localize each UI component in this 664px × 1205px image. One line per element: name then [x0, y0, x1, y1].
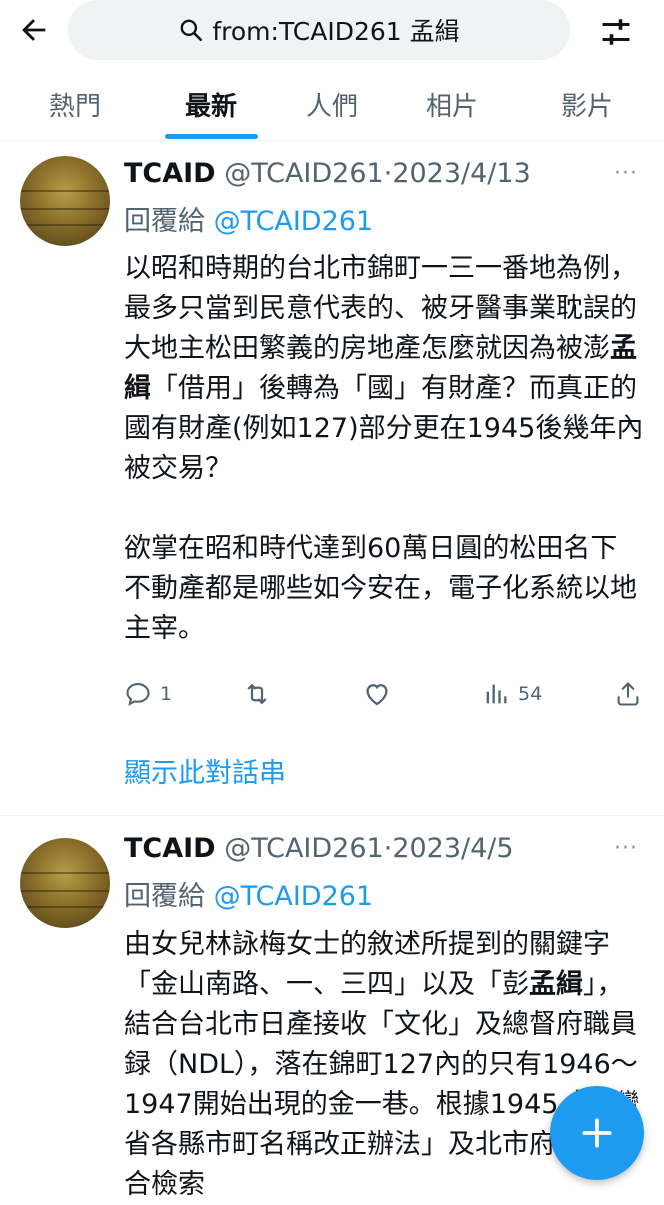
tweet[interactable]: TCAID @TCAID261·2023/4/13 ··· 回覆給 @TCAID… — [0, 141, 664, 815]
tweet-divider — [0, 815, 664, 816]
views-count: 54 — [518, 683, 543, 705]
author-name[interactable]: TCAID — [124, 833, 216, 864]
author-handle[interactable]: @TCAID261 — [224, 833, 384, 864]
reply-count: 1 — [160, 683, 173, 705]
reply-icon — [126, 683, 150, 706]
arrow-left-icon — [22, 19, 46, 41]
views-button[interactable]: 54 — [482, 674, 542, 714]
compose-button[interactable] — [550, 1086, 644, 1180]
plus-icon — [582, 1118, 612, 1148]
share-icon — [617, 682, 639, 706]
tab-photos[interactable]: 相片 — [392, 68, 512, 140]
like-button[interactable] — [362, 674, 400, 714]
reply-prefix: 回覆給 — [124, 881, 214, 912]
tweet-text-part: 以昭和時期的台北市錦町一三一番地為例，最多只當到民意代表的、被牙醫事業耽誤的大地… — [124, 253, 637, 364]
more-options-button[interactable]: ··· — [614, 161, 638, 186]
tweet-date[interactable]: 2023/4/5 — [392, 833, 513, 864]
tweet-date[interactable]: 2023/4/13 — [392, 158, 530, 189]
reply-prefix: 回覆給 — [124, 206, 214, 237]
search-input[interactable]: from:TCAID261 孟緝 — [68, 0, 570, 60]
avatar[interactable] — [20, 838, 110, 928]
tweet-actions: 1 54 — [124, 674, 644, 714]
retweet-icon — [247, 683, 267, 705]
more-options-button[interactable]: ··· — [614, 836, 638, 861]
show-thread-link[interactable]: 顯示此對話串 — [124, 751, 286, 790]
reply-handle-link[interactable]: @TCAID261 — [214, 206, 374, 237]
heart-icon — [366, 684, 388, 706]
back-button[interactable] — [14, 10, 54, 50]
retweet-button[interactable] — [242, 674, 280, 714]
search-highlight: 孟緝 — [529, 969, 583, 1000]
author-name[interactable]: TCAID — [124, 158, 216, 189]
author-handle[interactable]: @TCAID261 — [224, 158, 384, 189]
top-bar: from:TCAID261 孟緝 — [0, 0, 664, 62]
avatar[interactable] — [20, 156, 110, 246]
filter-sliders-icon — [602, 19, 630, 45]
tab-latest[interactable]: 最新 — [150, 68, 272, 140]
reply-context: 回覆給 @TCAID261 — [124, 874, 373, 913]
reply-handle-link[interactable]: @TCAID261 — [214, 881, 374, 912]
tab-people[interactable]: 人們 — [272, 68, 392, 140]
reply-button[interactable]: 1 — [124, 674, 172, 714]
tweet-header: TCAID @TCAID261·2023/4/5 — [124, 833, 514, 864]
tweet-text-paragraph: 欲掌在昭和時代達到60萬日圓的松田名下不動產都是哪些如今安在，電子化系統以地主宰… — [124, 533, 637, 644]
tweet-header: TCAID @TCAID261·2023/4/13 — [124, 158, 531, 189]
share-button[interactable] — [614, 674, 642, 714]
tab-videos[interactable]: 影片 — [527, 68, 647, 140]
active-tab-indicator — [165, 134, 258, 139]
tweet-text: 以昭和時期的台北市錦町一三一番地為例，最多只當到民意代表的、被牙醫事業耽誤的大地… — [124, 249, 644, 649]
tab-top[interactable]: 熱門 — [15, 68, 135, 140]
search-filter-button[interactable] — [596, 12, 636, 52]
search-icon — [180, 19, 203, 42]
reply-context: 回覆給 @TCAID261 — [124, 199, 373, 238]
views-icon — [486, 684, 507, 704]
search-query: from:TCAID261 孟緝 — [212, 17, 460, 46]
tweet-text-part: 「借用」後轉為「國」有財產？而真正的國有財產(例如127)部分更在1945後幾年… — [124, 373, 644, 484]
search-tabs: 熱門 最新 人們 相片 影片 — [0, 68, 664, 141]
